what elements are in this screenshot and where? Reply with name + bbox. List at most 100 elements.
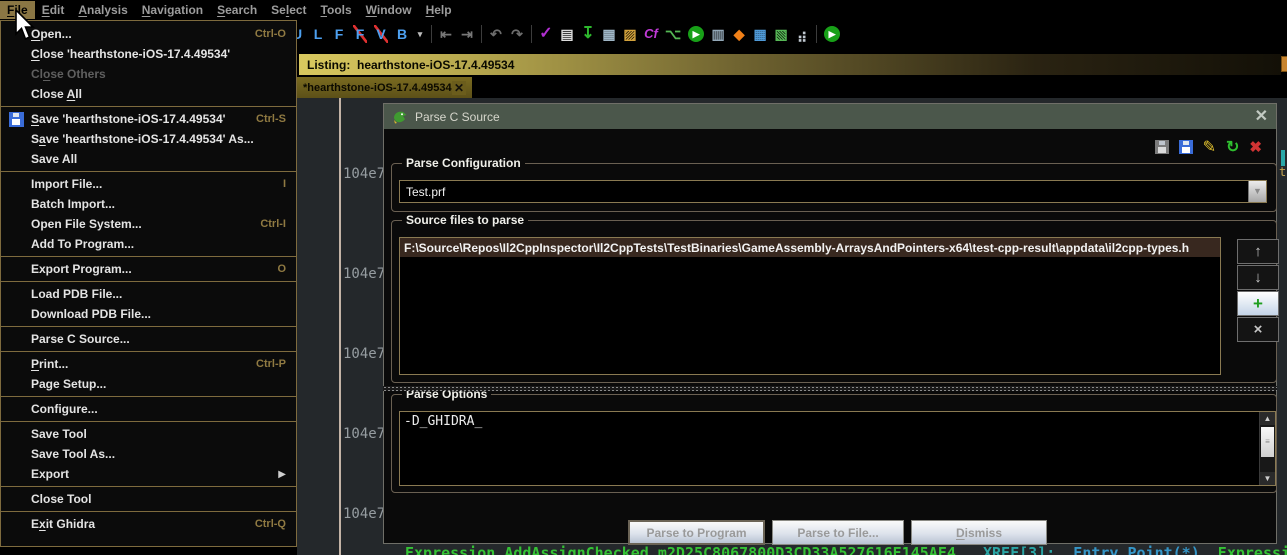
- menu-item-close-others[interactable]: Close Others: [1, 64, 296, 84]
- menu-item-page-setup[interactable]: Page Setup...: [1, 374, 296, 394]
- symbol-references-icon[interactable]: ▧: [774, 25, 788, 43]
- dialog-title-bar[interactable]: Parse C Source ✕: [384, 104, 1276, 129]
- toggle-v-off-icon[interactable]: V: [374, 25, 388, 43]
- import-results-icon[interactable]: ↧: [581, 25, 595, 43]
- menu-select[interactable]: Select: [264, 1, 313, 19]
- menu-analysis[interactable]: Analysis: [71, 1, 134, 19]
- menu-item-print[interactable]: Print...Ctrl-P: [1, 354, 296, 374]
- group-label: Parse Configuration: [402, 156, 525, 170]
- listing-address: 104e7: [343, 266, 385, 282]
- scroll-thumb[interactable]: ≡: [1261, 427, 1274, 457]
- scroll-down-icon[interactable]: ▼: [1260, 472, 1275, 485]
- gap: [1055, 544, 1073, 555]
- parse-options-textarea[interactable]: -D_GHIDRA_ ▲ ≡ ▼: [399, 411, 1276, 486]
- menu-item-shortcut: Ctrl-O: [241, 28, 286, 40]
- menu-item-label: Close Others: [31, 67, 106, 81]
- add-file-button[interactable]: +: [1237, 291, 1279, 316]
- validate-check-icon[interactable]: ✓: [539, 25, 553, 43]
- menu-item-exit-ghidra[interactable]: Exit GhidraCtrl-Q: [1, 514, 296, 534]
- clone-window-icon[interactable]: [1280, 56, 1287, 72]
- source-file-path: F:\Source\Repos\Il2CppInspector\Il2CppTe…: [400, 241, 1189, 255]
- menu-item-save-program-as[interactable]: Save 'hearthstone-iOS-17.4.49534' As...: [1, 129, 296, 149]
- menu-help[interactable]: Help: [419, 1, 459, 19]
- move-up-button[interactable]: ↑: [1237, 239, 1279, 264]
- toggle-f-icon[interactable]: F: [332, 25, 346, 43]
- undo-icon[interactable]: ↶: [489, 25, 503, 43]
- binary-codes-icon[interactable]: ▤: [560, 25, 574, 43]
- group-label: Source files to parse: [402, 213, 528, 227]
- dialog-close-icon[interactable]: ✕: [1255, 109, 1268, 125]
- menu-item-close-all[interactable]: Close All: [1, 84, 296, 104]
- data-type-manager-icon[interactable]: ▨: [623, 25, 637, 43]
- tab-hearthstone[interactable]: *hearthstone-iOS-17.4.49534 ✕: [297, 77, 472, 98]
- checksum-icon[interactable]: ⣴: [795, 25, 809, 43]
- menu-item-import-file[interactable]: Import File...I: [1, 174, 296, 194]
- menu-item-shortcut: Ctrl-I: [246, 218, 286, 230]
- parse-to-program-button[interactable]: Parse to Program: [628, 520, 765, 545]
- menu-item-download-pdb[interactable]: Download PDB File...: [1, 304, 296, 324]
- memory-viewer-icon[interactable]: ▦: [602, 25, 616, 43]
- run-script-icon[interactable]: ▶: [688, 26, 704, 42]
- dialog-toolbar: ✎ ↻ ✖: [1155, 137, 1262, 157]
- toggle-l-icon[interactable]: L: [311, 25, 325, 43]
- menu-item-label: Import File...: [31, 177, 102, 191]
- menu-item-close-program[interactable]: Close 'hearthstone-iOS-17.4.49534': [1, 44, 296, 64]
- save-profile-icon[interactable]: [1155, 140, 1169, 154]
- menu-item-load-pdb[interactable]: Load PDB File...: [1, 284, 296, 304]
- menu-item-export[interactable]: Export▶: [1, 464, 296, 484]
- chevron-down-icon[interactable]: ▼: [1248, 181, 1266, 202]
- parse-configuration-combobox[interactable]: Test.prf ▼: [399, 180, 1267, 203]
- menu-item-save-tool-as[interactable]: Save Tool As...: [1, 444, 296, 464]
- menu-tools[interactable]: Tools: [314, 1, 359, 19]
- scrollbar[interactable]: ▲ ≡ ▼: [1259, 412, 1275, 485]
- listing-edge-mark: [1281, 150, 1285, 166]
- listing-address: 104e7: [343, 346, 385, 362]
- save-profile-as-icon[interactable]: [1179, 140, 1193, 154]
- memory-map-icon[interactable]: ▥: [711, 25, 725, 43]
- dismiss-button[interactable]: Dismiss: [911, 520, 1047, 545]
- chevron-down-icon[interactable]: ▾: [416, 25, 424, 43]
- menu-item-label: Batch Import...: [31, 197, 115, 211]
- refresh-icon[interactable]: ↻: [1226, 137, 1239, 157]
- menu-item-save-all[interactable]: Save All: [1, 149, 296, 169]
- menu-item-save-program[interactable]: Save 'hearthstone-iOS-17.4.49534'Ctrl-S: [1, 109, 296, 129]
- nav-out-icon[interactable]: ⇤: [439, 25, 453, 43]
- parse-to-file-button[interactable]: Parse to File...: [772, 520, 904, 545]
- play-script-icon[interactable]: ▶: [824, 26, 840, 42]
- menu-item-label: Export: [31, 467, 69, 481]
- menu-edit[interactable]: Edit: [35, 1, 72, 19]
- scroll-up-icon[interactable]: ▲: [1260, 412, 1275, 425]
- remove-file-button[interactable]: ×: [1237, 317, 1279, 342]
- dialog-splitter[interactable]: [383, 386, 1277, 391]
- nav-in-icon[interactable]: ⇥: [460, 25, 474, 43]
- redo-icon[interactable]: ↷: [510, 25, 524, 43]
- expression-symbol: Expression_AddAssignChecked_m2D25C806780…: [405, 544, 956, 555]
- menu-window[interactable]: Window: [359, 1, 419, 19]
- gap: [956, 544, 983, 555]
- toggle-b-icon[interactable]: B: [395, 25, 409, 43]
- menu-item-export-program[interactable]: Export Program...O: [1, 259, 296, 279]
- menu-item-open-file-system[interactable]: Open File System...Ctrl-I: [1, 214, 296, 234]
- entry-point-xref: Entry Point(*): [1073, 544, 1199, 555]
- menu-item-add-to-program[interactable]: Add To Program...: [1, 234, 296, 254]
- toggle-f-off-icon[interactable]: F: [353, 25, 367, 43]
- source-files-list[interactable]: F:\Source\Repos\Il2CppInspector\Il2CppTe…: [399, 237, 1221, 375]
- delete-profile-icon[interactable]: ✖: [1249, 138, 1262, 156]
- tab-close-icon[interactable]: ✕: [452, 81, 466, 95]
- menu-item-label: Download PDB File...: [31, 307, 151, 321]
- menu-item-parse-c-source[interactable]: Parse C Source...: [1, 329, 296, 349]
- list-item-selected[interactable]: F:\Source\Repos\Il2CppInspector\Il2CppTe…: [400, 238, 1220, 257]
- move-down-button[interactable]: ↓: [1237, 265, 1279, 290]
- menu-item-open[interactable]: Open...Ctrl-O: [1, 24, 296, 44]
- symbol-table-icon[interactable]: ▦: [753, 25, 767, 43]
- menu-item-close-tool[interactable]: Close Tool: [1, 489, 296, 509]
- edit-profile-icon[interactable]: ✎: [1203, 137, 1216, 157]
- menu-item-configure[interactable]: Configure...: [1, 399, 296, 419]
- c-parser-icon[interactable]: Cf: [644, 25, 658, 43]
- symbol-tree-icon[interactable]: ⌥: [665, 25, 681, 43]
- menu-item-save-tool[interactable]: Save Tool: [1, 424, 296, 444]
- menu-navigation[interactable]: Navigation: [135, 1, 210, 19]
- diamond-tool-icon[interactable]: ◆: [732, 25, 746, 43]
- menu-item-batch-import[interactable]: Batch Import...: [1, 194, 296, 214]
- menu-search[interactable]: Search: [210, 1, 264, 19]
